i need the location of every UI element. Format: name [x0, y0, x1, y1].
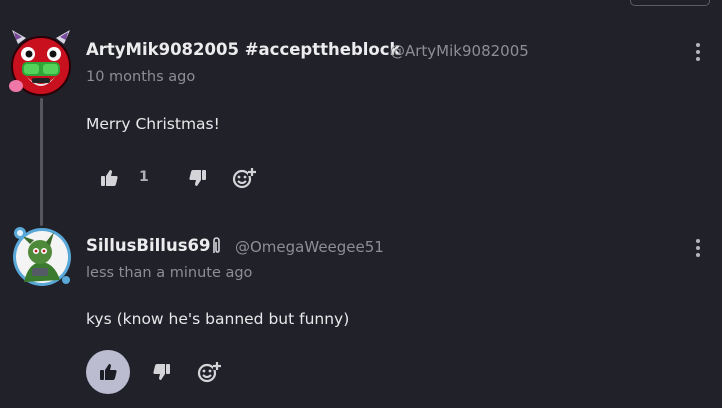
more-options-button[interactable] [695, 239, 701, 259]
dislike-button[interactable] [150, 362, 172, 382]
comment-author-handle[interactable]: @ArtyMik9082005 [390, 42, 529, 60]
dislike-button[interactable] [186, 168, 208, 188]
like-button-active[interactable] [86, 350, 130, 394]
comment-timestamp[interactable]: less than a minute ago [86, 265, 252, 281]
add-reaction-icon [232, 168, 256, 189]
top-right-button[interactable] [630, 0, 710, 6]
thumbs-down-icon [152, 364, 170, 380]
thread-connector-line [40, 98, 43, 226]
add-reaction-button[interactable] [231, 166, 257, 190]
comment-author-name[interactable]: ArtyMik9082005 #accepttheblock [86, 40, 401, 59]
comment-author-handle[interactable]: @OmegaWeegee51 [235, 238, 384, 256]
more-options-button[interactable] [695, 43, 701, 63]
like-count: 1 [139, 169, 149, 185]
comment-author-name[interactable]: SillusBillus69 [86, 236, 211, 255]
verified-badge-icon [210, 237, 222, 259]
thumbs-down-icon [188, 170, 206, 186]
avatar-sillusbillus[interactable] [10, 224, 74, 288]
thumbs-up-icon [100, 170, 118, 186]
like-button[interactable] [98, 168, 120, 188]
comment-timestamp[interactable]: 10 months ago [86, 69, 195, 85]
comment-body: Merry Christmas! [86, 115, 220, 133]
thumbs-up-icon [99, 364, 117, 380]
add-reaction-button[interactable] [196, 360, 222, 384]
comment-body: kys (know he's banned but funny) [86, 310, 350, 328]
add-reaction-icon [197, 362, 221, 383]
avatar-artymik[interactable] [8, 28, 74, 100]
